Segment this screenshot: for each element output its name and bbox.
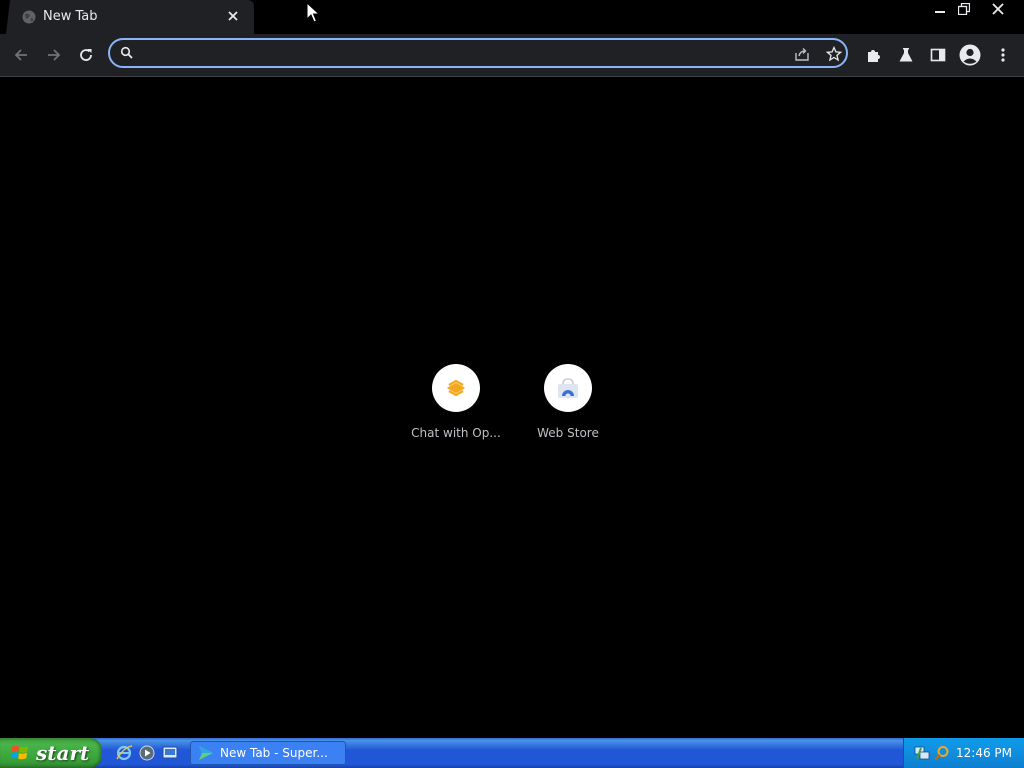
- mouse-cursor-icon: [306, 2, 320, 23]
- bookmark-button[interactable]: [824, 44, 844, 64]
- labs-button[interactable]: [894, 43, 918, 67]
- tab-strip: New Tab: [0, 0, 1024, 34]
- reload-button[interactable]: [74, 43, 98, 67]
- share-icon: [795, 48, 809, 61]
- flask-icon: [899, 48, 913, 62]
- tab-close-button[interactable]: [224, 7, 242, 25]
- close-icon: [992, 3, 1004, 15]
- network-icon[interactable]: [914, 745, 930, 761]
- arrow-right-icon: [48, 49, 61, 61]
- tab-new-tab[interactable]: New Tab: [6, 0, 254, 34]
- search-icon: [120, 46, 133, 59]
- tab-title: New Tab: [43, 9, 98, 24]
- extensions-button[interactable]: [862, 43, 886, 67]
- shortcut-chat[interactable]: Chat with Op...: [400, 364, 512, 454]
- minimize-icon: [935, 11, 945, 13]
- shortcut-icon-container: [432, 364, 480, 412]
- clock: 12:46 PM: [956, 746, 1012, 760]
- taskbar: start New Tab - Super... 12:46 PM: [0, 738, 1024, 768]
- close-icon: [228, 11, 238, 21]
- taskbar-item-browser[interactable]: New Tab - Super...: [190, 741, 346, 765]
- restore-button[interactable]: [952, 0, 976, 18]
- share-button[interactable]: [792, 44, 812, 64]
- avatar-icon: [959, 44, 981, 66]
- show-desktop-icon[interactable]: [161, 744, 179, 762]
- browser-toolbar: [0, 34, 1024, 77]
- openai-chat-icon: [446, 379, 466, 397]
- media-player-icon[interactable]: [138, 744, 156, 762]
- forward-button[interactable]: [42, 43, 66, 67]
- internet-explorer-icon[interactable]: [115, 744, 133, 762]
- puzzle-icon: [868, 50, 880, 62]
- shortcut-label: Web Store: [537, 426, 599, 440]
- arrow-left-icon: [14, 49, 27, 61]
- web-store-icon: [558, 378, 578, 399]
- profile-button[interactable]: [958, 43, 982, 67]
- shortcut-label: Chat with Op...: [411, 426, 501, 440]
- window-close-button[interactable]: [986, 0, 1010, 18]
- start-label: start: [36, 741, 90, 765]
- windows-logo-icon: [10, 745, 28, 760]
- kebab-menu-icon: [1001, 48, 1005, 62]
- search-tray-icon[interactable]: [934, 745, 950, 761]
- globe-icon: [22, 10, 36, 24]
- shortcut-icon-container: [544, 364, 592, 412]
- address-input[interactable]: [140, 43, 784, 65]
- reload-icon: [80, 49, 92, 61]
- back-button[interactable]: [9, 43, 33, 67]
- side-panel-icon: [930, 48, 946, 62]
- side-panel-button[interactable]: [926, 43, 950, 67]
- minimize-button[interactable]: [928, 0, 952, 18]
- address-bar[interactable]: [108, 38, 848, 68]
- menu-button[interactable]: [991, 43, 1015, 67]
- start-button[interactable]: start: [0, 738, 102, 768]
- browser-app-icon: [199, 746, 213, 760]
- restore-icon: [958, 3, 970, 15]
- shortcut-web-store[interactable]: Web Store: [512, 364, 624, 454]
- star-icon: [826, 46, 842, 62]
- system-tray: 12:46 PM: [903, 738, 1024, 768]
- taskbar-item-label: New Tab - Super...: [220, 746, 328, 760]
